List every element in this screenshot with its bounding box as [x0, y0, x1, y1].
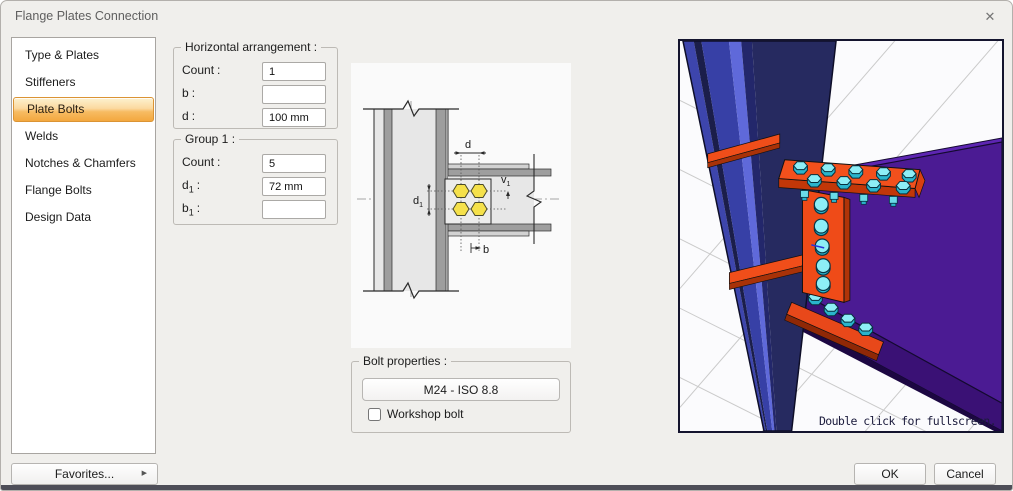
bolt-type-button[interactable]: M24 - ISO 8.8 [362, 378, 560, 401]
field-row: b1: [182, 200, 326, 219]
sidebar-item-flange-bolts[interactable]: Flange Bolts [12, 177, 155, 204]
chevron-right-icon: ▶ [141, 470, 147, 477]
group-title: Bolt properties : [359, 354, 452, 368]
workshop-bolt-label: Workshop bolt [387, 407, 464, 421]
horizontal-arrangement-group: Horizontal arrangement : Count: b: d: [173, 40, 338, 129]
count-label: Count: [182, 155, 221, 170]
field-row: d1: [182, 177, 326, 196]
field-row: Count: [182, 62, 326, 81]
b-label: b: [182, 86, 196, 101]
workshop-bolt-checkbox[interactable] [368, 407, 381, 421]
sidebar-item-notches-chamfers[interactable]: Notches & Chamfers [12, 150, 155, 177]
ok-button[interactable]: OK [854, 463, 926, 485]
d-input[interactable] [262, 108, 326, 127]
group-title: Horizontal arrangement : [181, 40, 322, 54]
sidebar: Type & Plates Stiffeners Plate Bolts Wel… [11, 37, 156, 454]
d-label: d: [182, 109, 196, 124]
dialog-title: Flange Plates Connection [15, 9, 159, 23]
diagram-svg: d d1 v1 b [357, 99, 561, 300]
dim-d: d [454, 139, 486, 155]
count-input[interactable] [262, 62, 326, 81]
sidebar-item-design-data[interactable]: Design Data [12, 204, 155, 231]
count-input[interactable] [262, 154, 326, 173]
field-row: b: [182, 85, 326, 104]
window-bottom-edge [1, 485, 1012, 490]
3d-scene [680, 41, 1002, 431]
group-title: Group 1 : [181, 132, 240, 146]
sidebar-item-type-plates[interactable]: Type & Plates [12, 42, 155, 69]
count-label: Count: [182, 63, 221, 78]
fullscreen-hint: Double click for fullscreen. [818, 414, 997, 428]
b1-label: b1: [182, 201, 201, 218]
svg-text:b: b [483, 244, 489, 256]
d1-label: d1: [182, 178, 201, 195]
field-row: d: [182, 108, 326, 127]
favorites-button[interactable]: Favorites... ▶ [11, 463, 158, 485]
cancel-button[interactable]: Cancel [934, 463, 996, 485]
flange-plates-connection-dialog: Flange Plates Connection ✕ Type & Plates… [0, 0, 1013, 491]
sidebar-item-welds[interactable]: Welds [12, 123, 155, 150]
field-row: Count: [182, 154, 326, 173]
title-bar[interactable]: Flange Plates Connection ✕ [1, 1, 1012, 33]
web-plate-3d [801, 188, 851, 303]
d1-input[interactable] [262, 177, 326, 196]
b1-input[interactable] [262, 200, 326, 219]
b-input[interactable] [262, 85, 326, 104]
bolt-arrangement-diagram: d d1 v1 b [351, 63, 571, 348]
3d-preview-viewport[interactable]: Double click for fullscreen. [678, 39, 1004, 433]
close-icon[interactable]: ✕ [980, 7, 1000, 27]
svg-text:d: d [465, 139, 471, 151]
group1-group: Group 1 : Count: d1: b1: [173, 132, 338, 225]
bolt-properties-group: Bolt properties : M24 - ISO 8.8 Workshop… [351, 354, 571, 433]
sidebar-item-plate-bolts[interactable]: Plate Bolts [13, 97, 154, 122]
workshop-bolt-row: Workshop bolt [368, 407, 570, 421]
dim-b: b [470, 243, 489, 256]
sidebar-item-stiffeners[interactable]: Stiffeners [12, 69, 155, 96]
